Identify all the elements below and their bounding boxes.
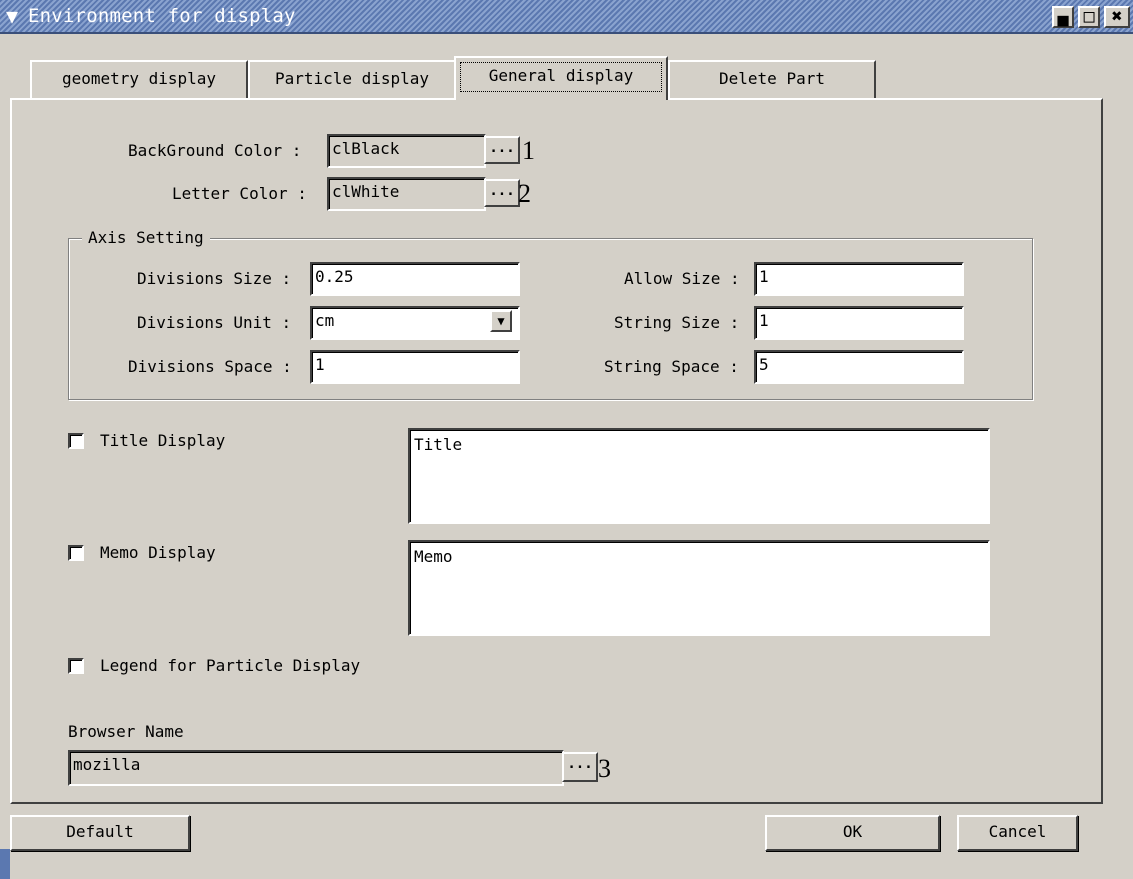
- legend-display-checkbox[interactable]: [68, 658, 84, 674]
- legend-display-label: Legend for Particle Display: [100, 656, 361, 675]
- annotation-3: 3: [598, 754, 611, 783]
- letter-color-ellipsis-button[interactable]: ...: [484, 179, 520, 207]
- background-color-ellipsis-button[interactable]: ...: [484, 136, 520, 164]
- browser-ellipsis-button[interactable]: ...: [562, 752, 598, 782]
- cancel-button[interactable]: Cancel: [957, 815, 1078, 851]
- title-bar[interactable]: ▼ Environment for display ▄ □ ✖: [0, 0, 1133, 34]
- axis-setting-legend: Axis Setting: [82, 228, 210, 247]
- title-textarea[interactable]: Title: [408, 428, 990, 524]
- title-display-label: Title Display: [100, 431, 226, 450]
- tab-geometry-display[interactable]: geometry display: [30, 60, 248, 100]
- chevron-down-icon[interactable]: ▼: [490, 310, 512, 332]
- memo-display-checkbox[interactable]: [68, 545, 84, 561]
- string-size-field[interactable]: 1: [754, 306, 964, 340]
- maximize-icon[interactable]: □: [1078, 6, 1100, 28]
- tab-delete-part[interactable]: Delete Part: [668, 60, 876, 100]
- close-icon[interactable]: ✖: [1104, 6, 1130, 28]
- divisions-unit-select[interactable]: cm: [310, 306, 520, 340]
- memo-display-label: Memo Display: [100, 543, 216, 562]
- memo-textarea[interactable]: Memo: [408, 540, 990, 636]
- string-size-label: String Size :: [614, 313, 740, 332]
- browser-name-label: Browser Name: [68, 722, 184, 741]
- background-color-label: BackGround Color :: [128, 141, 302, 160]
- window-title: Environment for display: [28, 5, 296, 27]
- chevron-down-icon[interactable]: ▼: [6, 6, 26, 26]
- tab-label: Delete Part: [719, 69, 825, 88]
- browser-name-field[interactable]: mozilla: [68, 750, 564, 786]
- tab-label: General display: [488, 66, 634, 85]
- divisions-space-field[interactable]: 1: [310, 350, 520, 384]
- annotation-2: 2: [518, 179, 531, 208]
- background-color-field[interactable]: clBlack: [327, 134, 486, 168]
- ok-button[interactable]: OK: [765, 815, 940, 851]
- window-edge: [0, 849, 10, 879]
- allow-size-label: Allow Size :: [624, 269, 740, 288]
- tab-label: geometry display: [61, 69, 217, 88]
- string-space-field[interactable]: 5: [754, 350, 964, 384]
- allow-size-field[interactable]: 1: [754, 262, 964, 296]
- annotation-1: 1: [522, 136, 535, 165]
- tab-label: Particle display: [274, 69, 430, 88]
- divisions-unit-label: Divisions Unit :: [137, 313, 292, 332]
- divisions-space-label: Divisions Space :: [128, 357, 292, 376]
- letter-color-label: Letter Color :: [172, 184, 307, 203]
- default-button[interactable]: Default: [10, 815, 190, 851]
- string-space-label: String Space :: [604, 357, 739, 376]
- divisions-size-field[interactable]: 0.25: [310, 262, 520, 296]
- letter-color-field[interactable]: clWhite: [327, 177, 486, 211]
- tab-particle-display[interactable]: Particle display: [248, 60, 456, 100]
- divisions-size-label: Divisions Size :: [137, 269, 292, 288]
- title-display-checkbox[interactable]: [68, 433, 84, 449]
- tab-general-display[interactable]: General display: [454, 56, 668, 100]
- minimize-icon[interactable]: ▄: [1052, 6, 1074, 28]
